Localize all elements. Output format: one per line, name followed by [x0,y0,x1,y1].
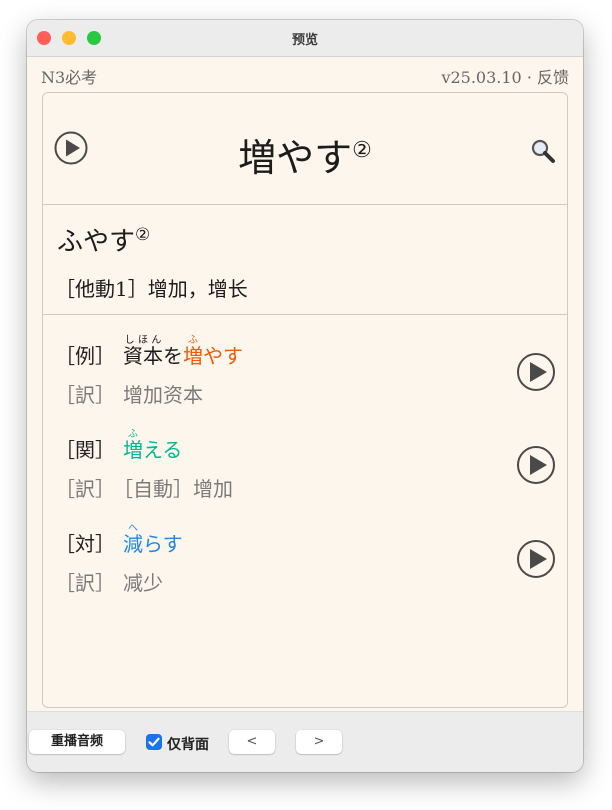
word-heading: 増やす② [43,127,567,182]
title-bar: 预览 [27,20,583,57]
reading-text: ふやす [57,227,136,257]
related-word: ［関］ 増ふえる [55,429,182,463]
next-button[interactable]: > [296,730,342,754]
window-title: 预览 [291,33,318,48]
flashcard: 増やす② ふやす② ［他動1］增加，增长 ［例］ 資本しほんを増ふやす ［訳］ 增加… [42,92,568,708]
translation-text: 减少 [123,571,163,595]
translation-tag: ［訳］ [55,477,115,501]
ruby-word: 資本しほん [123,335,163,368]
example-translation: ［訳］ 增加资本 [55,379,203,408]
meaning-text: 增加，增长 [147,277,248,301]
particle: を [163,344,183,368]
divider [43,314,567,315]
translation-tag: ［訳］ [55,571,115,595]
checkmark-icon [148,737,160,747]
preview-window: 预览 N3必考 v25.03.10 · 反馈 増やす② ふやす② ［他動1］增加… [27,20,583,772]
magnifier-icon [531,139,555,163]
level-tag: N3必考 [41,68,98,87]
previous-button[interactable]: < [229,730,275,754]
replay-audio-button[interactable]: 重播音频 [29,730,125,754]
definition: ［他動1］增加，增长 [55,273,248,302]
version-feedback-link[interactable]: v25.03.10 · 反馈 [441,64,569,88]
reading: ふやす② [57,221,150,258]
play-related-audio-button[interactable] [516,445,555,484]
play-circle-icon [517,446,555,484]
translation-text: 增加资本 [123,383,203,407]
highlight-word: 増ふえる [123,429,183,462]
antonym-translation: ［訳］ 减少 [55,567,163,596]
part-of-speech: ［他動1］ [55,277,148,301]
example-tag: ［例］ [55,344,115,368]
highlight-word: 増ふやす [183,335,243,368]
back-only-checkbox[interactable] [146,734,162,750]
play-antonym-audio-button[interactable] [516,539,555,578]
search-button[interactable] [529,137,557,165]
back-only-label[interactable]: 仅背面 [167,734,209,754]
example-sentence: ［例］ 資本しほんを増ふやす [55,335,243,369]
related-translation: ［訳］ ［自動］增加 [55,473,233,502]
antonym-word: ［対］ 減へらす [55,523,183,557]
play-circle-icon [517,353,555,391]
word-accent: ② [352,138,372,163]
related-tag: ［関］ [55,438,115,462]
antonym-tag: ［対］ [55,532,115,556]
play-circle-icon [517,540,555,578]
highlight-word: 減へらす [123,523,183,556]
bottom-toolbar: 重播音频 仅背面 < > [27,711,583,772]
translation-tag: ［訳］ [55,383,115,407]
translation-text: ［自動］增加 [123,477,233,501]
play-example-audio-button[interactable] [516,352,555,391]
divider [43,204,567,205]
word-text: 増やす [238,136,353,180]
reading-accent: ② [135,225,151,245]
